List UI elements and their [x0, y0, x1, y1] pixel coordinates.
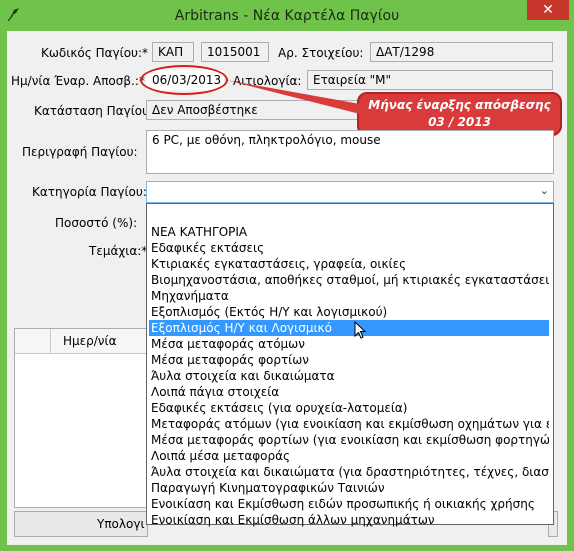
callout-line2: 03 / 2013 [428, 115, 491, 129]
dropdown-item[interactable]: Παραγωγή Κινηματογραφικών Ταινιών [149, 480, 549, 496]
mouse-cursor-icon [354, 321, 366, 339]
dropdown-item-empty[interactable] [149, 208, 549, 224]
dropdown-item[interactable]: Μηχανήματα [149, 288, 549, 304]
dropdown-item[interactable]: Μέσα μεταφοράς ατόμων [149, 336, 549, 352]
date-highlight-ellipse [140, 65, 228, 95]
column-header-date[interactable]: Ημερ/νία [63, 334, 116, 348]
category-dropdown-list[interactable]: ΝΕΑ ΚΑΤΗΓΟΡΙΑ Εδαφικές εκτάσεις Κτιριακές … [146, 203, 554, 528]
dropdown-item[interactable]: Μεταφοράς ατόμων (για ενοικίαση και εκμί… [149, 416, 549, 432]
dropdown-item[interactable]: Ενοικίαση και Εκμίσθωση άλλων μηχανημάτω… [149, 512, 549, 528]
pieces-label: Τεμάχια:* [89, 244, 148, 258]
dropdown-item[interactable]: Λοιπά μέσα μεταφοράς [149, 448, 549, 464]
code-number-field: 1015001 [201, 42, 269, 62]
callout-pointer [226, 80, 360, 114]
callout-line1: Μήνας έναρξης απόσβεσης [368, 98, 551, 112]
category-label: Κατηγορία Παγίου:* [32, 185, 153, 199]
category-combo[interactable]: ⌄ [146, 181, 554, 203]
dropdown-item[interactable]: Εδαφικές εκτάσεις [149, 240, 549, 256]
row-selector-header [15, 329, 51, 353]
description-field[interactable]: 6 PC, με οθόνη, πληκτρολόγιο, mouse [146, 130, 554, 174]
code-prefix-field: ΚΑΠ [152, 42, 194, 62]
close-button[interactable]: ✕ [527, 0, 569, 20]
window-title: Arbitrans - Νέα Καρτέλα Παγίου [174, 8, 400, 24]
app-window: Arbitrans - Νέα Καρτέλα Παγίου ✕ Κωδικός… [0, 0, 574, 551]
dropdown-item[interactable]: Εδαφικές εκτάσεις (για ορυχεία-λατομεία) [149, 400, 549, 416]
dropdown-item[interactable]: Άυλα στοιχεία και δικαιώματα [149, 368, 549, 384]
dropdown-item[interactable]: Μέσα μεταφοράς φορτίων (για ενοικίαση κα… [149, 432, 549, 448]
title-bar[interactable]: Arbitrans - Νέα Καρτέλα Παγίου ✕ [0, 0, 574, 32]
date-label: Ημ/νία Έναρ. Αποσβ.:* [11, 74, 145, 88]
code-label: Κωδικός Παγίου:* [41, 46, 149, 60]
dropdown-item[interactable]: Λοιπά πάγια στοιχεία [149, 384, 549, 400]
dropdown-item[interactable]: ΝΕΑ ΚΑΤΗΓΟΡΙΑ [149, 224, 549, 240]
percent-label: Ποσοστό (%): [55, 216, 138, 230]
ref-label: Αρ. Στοιχείου: [278, 46, 364, 60]
dropdown-item[interactable]: Βιομηχανοστάσια, αποθήκες σταθμοί, μή κτ… [149, 272, 549, 288]
dropdown-item[interactable]: Μέσα μεταφοράς φορτίων [149, 352, 549, 368]
dropdown-item[interactable]: Εξοπλισμός (Εκτός Η/Υ και λογισμικού) [149, 304, 549, 320]
depreciation-table[interactable]: Ημερ/νία [14, 328, 148, 508]
dropdown-item[interactable]: Κτιριακές εγκαταστάσεις, γραφεία, οικίες [149, 256, 549, 272]
dropdown-item[interactable]: Ενοικίαση και Εκμίσθωση ειδών προσωπικής… [149, 496, 549, 512]
dropdown-item[interactable]: Άυλα στοιχεία και δικαιώματα (για δραστη… [149, 464, 549, 480]
status-label: Κατάσταση Παγίου:* [34, 104, 160, 118]
dropdown-item[interactable]: Εξοπλισμός Η/Υ και Λογισμικό [149, 320, 549, 336]
ref-field: ΔΑΤ/1298 [370, 42, 553, 62]
chevron-down-icon[interactable]: ⌄ [540, 184, 549, 197]
description-label: Περιγραφή Παγίου: [22, 145, 138, 159]
table-header: Ημερ/νία [15, 329, 147, 354]
calculate-button[interactable]: Υπολογι [14, 511, 148, 537]
